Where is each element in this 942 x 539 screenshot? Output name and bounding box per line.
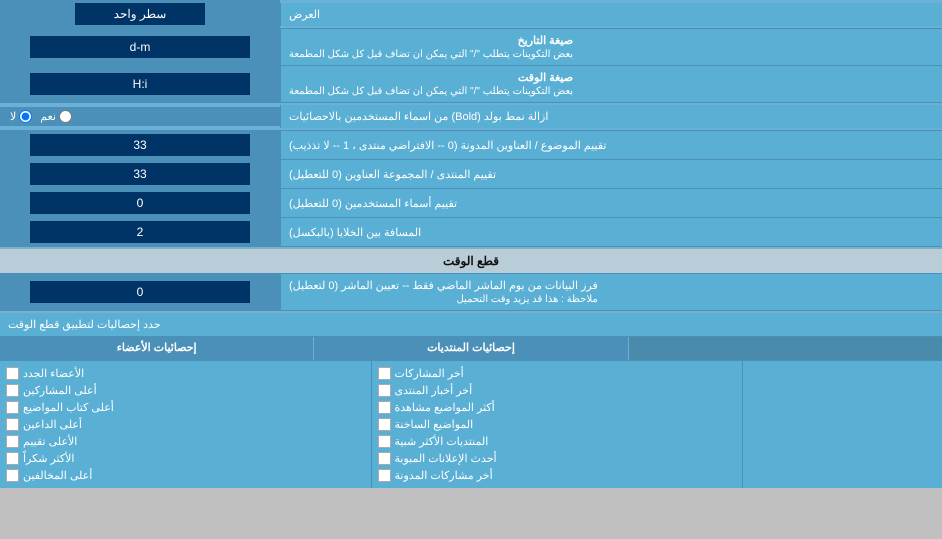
date-format-label: صيغة التاريخ بعض التكوينات يتطلب "/" الت…: [280, 29, 942, 65]
qata-section-header: قطع الوقت: [0, 247, 942, 274]
stats-col-members: الأعضاء الجدد أعلى المشاركين أعلى كتاب ا…: [0, 361, 371, 488]
stats-item-7[interactable]: أخر مشاركات المدونة: [378, 467, 737, 484]
time-format-label: صيغة الوقت بعض التكوينات يتطلب "/" التي …: [280, 66, 942, 102]
stats-member-3[interactable]: أعلى كتاب المواضيع: [6, 399, 365, 416]
stats-item-4[interactable]: المواضيع الساخنة: [378, 416, 737, 433]
filter-label: فرز البيانات من يوم الماشر الماضي فقط --…: [280, 274, 942, 310]
checkbox-5[interactable]: [378, 435, 391, 448]
checkbox-m1[interactable]: [6, 367, 19, 380]
bold-radio-yes-input[interactable]: [59, 110, 72, 123]
stats-headers: إحصائيات المنتديات إحصائيات الأعضاء: [0, 337, 942, 361]
bold-row: ازالة نمط بولد (Bold) من اسماء المستخدمي…: [0, 103, 942, 131]
checkbox-2[interactable]: [378, 384, 391, 397]
checkbox-m6[interactable]: [6, 452, 19, 465]
filter-input-area: [0, 274, 280, 310]
stats-member-5[interactable]: الأعلى تقييم: [6, 433, 365, 450]
stats-col-forums: أخر المشاركات أخر أخبار المنتدى أكثر الم…: [371, 361, 743, 488]
filter-row: فرز البيانات من يوم الماشر الماضي فقط --…: [0, 274, 942, 311]
stats-header-col2: إحصائيات المنتديات: [313, 337, 627, 360]
checkbox-m4[interactable]: [6, 418, 19, 431]
stats-item-2[interactable]: أخر أخبار المنتدى: [378, 382, 737, 399]
topics-input-area: [0, 131, 280, 159]
users-input-area: [0, 189, 280, 217]
forum-input-area: [0, 160, 280, 188]
display-select-area: سطر واحد: [0, 0, 280, 28]
limit-label: حدد إحصاليات لتطبيق قطع الوقت: [8, 318, 161, 331]
gap-row: المسافة بين الخلايا (بالبكسل): [0, 218, 942, 247]
bold-radio-yes[interactable]: نعم: [40, 110, 72, 123]
checkbox-m5[interactable]: [6, 435, 19, 448]
display-label: العرض: [280, 3, 942, 26]
date-format-input[interactable]: [30, 36, 250, 58]
stats-item-1[interactable]: أخر المشاركات: [378, 365, 737, 382]
stats-header-col3: إحصائيات الأعضاء: [0, 337, 313, 360]
stats-member-1[interactable]: الأعضاء الجدد: [6, 365, 365, 382]
bold-radio-no[interactable]: لا: [10, 110, 32, 123]
stats-member-4[interactable]: أعلى الداعين: [6, 416, 365, 433]
stats-col-empty: [742, 361, 942, 488]
bold-label: ازالة نمط بولد (Bold) من اسماء المستخدمي…: [280, 105, 942, 128]
checkbox-4[interactable]: [378, 418, 391, 431]
checkbox-m3[interactable]: [6, 401, 19, 414]
display-row: العرض سطر واحد: [0, 0, 942, 29]
stats-item-6[interactable]: أحدث الإعلانات المبوبة: [378, 450, 737, 467]
filter-input[interactable]: [30, 281, 250, 303]
stats-item-3[interactable]: أكثر المواضيع مشاهدة: [378, 399, 737, 416]
forum-input[interactable]: [30, 163, 250, 185]
time-format-input-area: [0, 66, 280, 102]
topics-label: تقييم الموضوع / العناوين المدونة (0 -- ا…: [280, 131, 942, 159]
checkbox-3[interactable]: [378, 401, 391, 414]
checkbox-7[interactable]: [378, 469, 391, 482]
users-label: تقييم أسماء المستخدمين (0 للتعطيل): [280, 189, 942, 217]
time-format-input[interactable]: [30, 73, 250, 95]
stats-body: أخر المشاركات أخر أخبار المنتدى أكثر الم…: [0, 361, 942, 488]
date-format-row: صيغة التاريخ بعض التكوينات يتطلب "/" الت…: [0, 29, 942, 66]
forum-label: تقييم المنتدى / المجموعة العناوين (0 للت…: [280, 160, 942, 188]
date-format-input-area: [0, 29, 280, 65]
gap-label: المسافة بين الخلايا (بالبكسل): [280, 218, 942, 246]
checkbox-1[interactable]: [378, 367, 391, 380]
forum-row: تقييم المنتدى / المجموعة العناوين (0 للت…: [0, 160, 942, 189]
stats-member-7[interactable]: أعلى المخالفين: [6, 467, 365, 484]
topics-input[interactable]: [30, 134, 250, 156]
users-row: تقييم أسماء المستخدمين (0 للتعطيل): [0, 189, 942, 218]
checkbox-m2[interactable]: [6, 384, 19, 397]
stats-header-col1: [628, 337, 942, 360]
bold-radio-no-input[interactable]: [19, 110, 32, 123]
stats-member-2[interactable]: أعلى المشاركين: [6, 382, 365, 399]
gap-input-area: [0, 218, 280, 246]
bold-radio-area: نعم لا: [0, 107, 280, 126]
topics-row: تقييم الموضوع / العناوين المدونة (0 -- ا…: [0, 131, 942, 160]
display-select[interactable]: سطر واحد: [75, 3, 205, 25]
stats-item-5[interactable]: المنتديات الأكثر شبية: [378, 433, 737, 450]
gap-input[interactable]: [30, 221, 250, 243]
stats-section: حدد إحصاليات لتطبيق قطع الوقت إحصائيات ا…: [0, 311, 942, 488]
time-format-row: صيغة الوقت بعض التكوينات يتطلب "/" التي …: [0, 66, 942, 103]
checkbox-m7[interactable]: [6, 469, 19, 482]
users-input[interactable]: [30, 192, 250, 214]
stats-member-6[interactable]: الأكثر شكراً: [6, 450, 365, 467]
checkbox-6[interactable]: [378, 452, 391, 465]
